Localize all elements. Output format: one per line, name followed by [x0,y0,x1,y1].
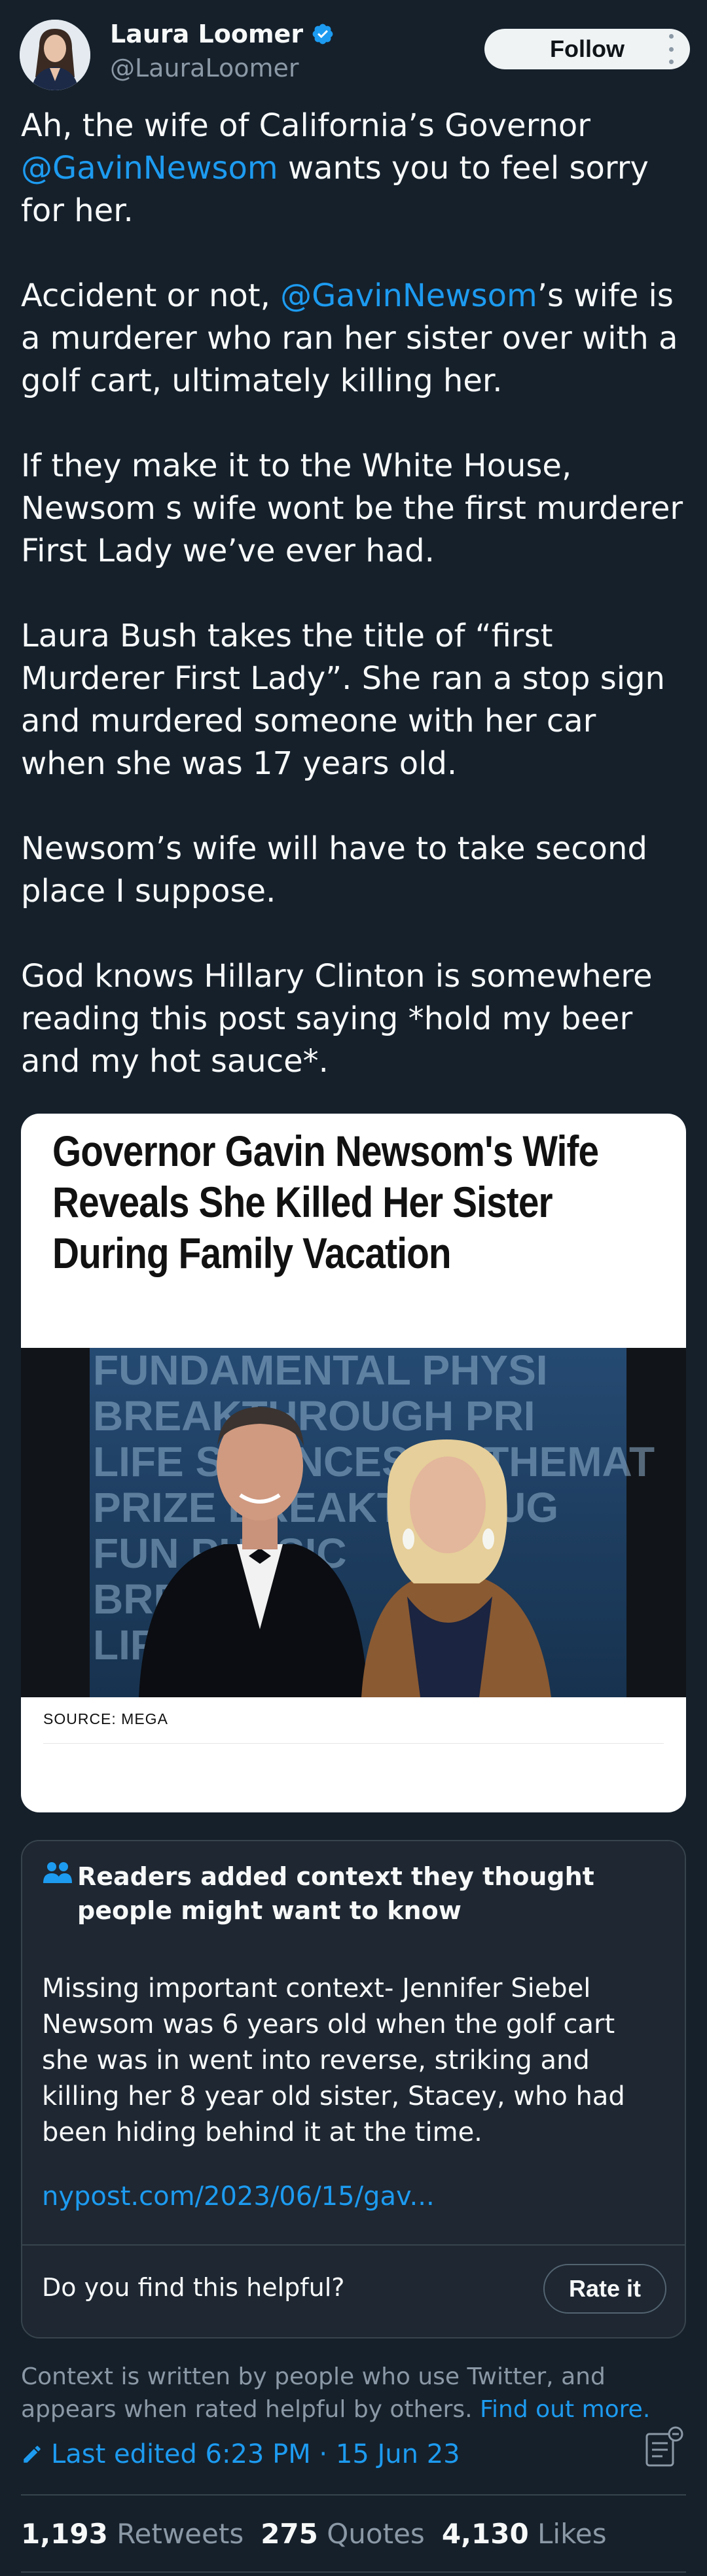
photo-backdrop-text: LIFE SCIENCES MATHEMAT [93,1438,655,1485]
divider [21,2494,686,2496]
tweet-paragraph: God knows Hillary Clinton is somewhere r… [21,958,653,1080]
engagement-stats: 1,193 Retweets 275 Quotes 4,130 Likes [21,2518,607,2550]
retweets-stat[interactable]: 1,193 Retweets [21,2518,244,2550]
find-out-more-link[interactable]: Find out more. [480,2396,650,2423]
divider [21,2571,686,2573]
helpful-question: Do you find this helpful? [42,2273,345,2302]
retweets-count: 1,193 [21,2518,108,2550]
tweet-paragraph: Ah, the wife of California’s Governor @G… [21,105,689,232]
last-edited-link[interactable]: Last edited 6:23 PM · 15 Jun 23 [21,2439,460,2469]
author-name[interactable]: Laura Loomer [110,20,303,48]
note-title: Readers added context they thought peopl… [77,1862,594,1925]
tweet-paragraph: Newsom’s wife will have to take second p… [21,830,647,909]
likes-label: Likes [537,2518,607,2550]
tweet-paragraph: If they make it to the White House, News… [21,448,683,569]
card-photo-image: FUNDAMENTAL PHYSIBREAKTHROUGH PRILIFE SC… [21,1348,686,1697]
note-body: Missing important context- Jennifer Sieb… [42,1973,625,2147]
people-icon [43,1862,72,1883]
more-options-icon[interactable] [661,34,681,64]
edit-pencil-icon [24,2446,41,2463]
quotes-count: 275 [261,2518,318,2550]
follow-button[interactable]: Follow [484,29,690,69]
card-source: SOURCE: MEGA [43,1710,168,1727]
context-disclaimer: Context is written by people who use Twi… [21,2361,676,2426]
quotes-stat[interactable]: 275 Quotes [261,2518,425,2550]
likes-count: 4,130 [441,2518,529,2550]
link-card[interactable]: Governor Gavin Newsom's Wife Reveals She… [21,1114,686,1812]
tweet-text-segment: Ah, the wife of California’s Governor [21,107,590,144]
tweet-paragraph: Accident or not, @GavinNewsom’s wife is … [21,275,689,402]
author-handle[interactable]: @LauraLoomer [110,54,299,82]
card-photo: FUNDAMENTAL PHYSI BREAKTHROUGH PRI LIFE SC… [21,1348,686,1697]
verified-badge-icon [312,24,333,44]
notes-icon[interactable] [642,2425,687,2471]
rate-it-button[interactable]: Rate it [543,2264,666,2314]
mention-link[interactable]: @GavinNewsom [21,150,278,186]
likes-stat[interactable]: 4,130 Likes [442,2518,607,2550]
avatar-image [20,20,90,90]
card-divider [43,1743,664,1744]
tweet-text: Ah, the wife of California’s Governor @G… [21,105,689,1083]
retweets-label: Retweets [117,2518,244,2550]
last-edited-text[interactable]: Last edited 6:23 PM · 15 Jun 23 [51,2439,460,2469]
card-headline: Governor Gavin Newsom's Wife Reveals She… [52,1127,599,1277]
author-name-row: Laura Loomer [110,20,335,48]
note-divider [22,2244,685,2246]
note-source-link[interactable]: nypost.com/2023/06/15/gav... [42,2181,435,2212]
quotes-label: Quotes [327,2518,425,2550]
mention-link[interactable]: @GavinNewsom [280,277,537,314]
tweet-text-segment: Accident or not, [21,277,281,314]
tweet-paragraph: Laura Bush takes the title of “first Mur… [21,618,665,782]
photo-backdrop-text: FUNDAMENTAL PHYSI [93,1348,548,1394]
note-header: Readers added context they thought peopl… [22,1841,685,1925]
photo-backdrop-text: BREAKTHROUGH PRI [93,1392,535,1439]
avatar[interactable] [20,20,90,90]
community-note: Readers added context they thought peopl… [21,1840,686,2338]
